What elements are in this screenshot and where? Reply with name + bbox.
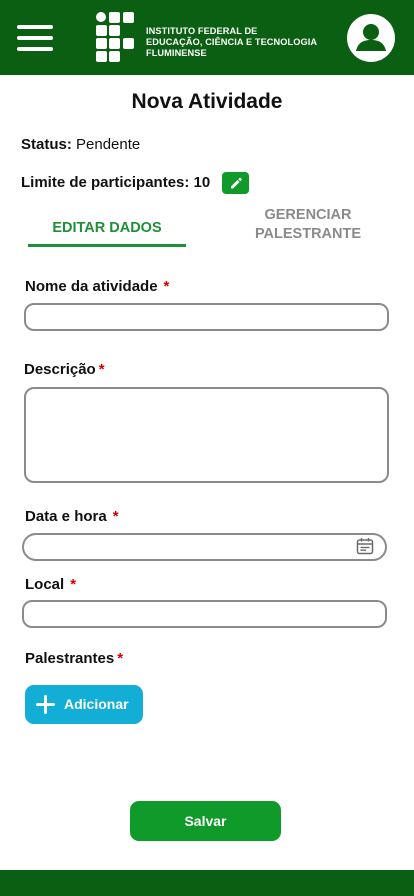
user-avatar-icon[interactable] (347, 14, 395, 62)
required-mark: * (163, 278, 170, 295)
activity-name-input[interactable] (24, 303, 389, 331)
active-tab-indicator (28, 244, 186, 247)
pencil-icon (230, 177, 242, 189)
edit-limit-button[interactable] (222, 172, 249, 194)
location-field-label: Local * (25, 576, 76, 593)
datetime-input[interactable] (22, 533, 387, 561)
logo-line-1: INSTITUTO FEDERAL DE (146, 26, 258, 36)
required-mark: * (98, 361, 105, 378)
name-label-text: Nome da atividade (25, 278, 158, 295)
location-input[interactable] (22, 600, 387, 628)
description-field-label: Descrição * (24, 361, 105, 378)
logo-line-3: FLUMINENSE (146, 48, 207, 58)
datetime-field-label: Data e hora * (25, 508, 119, 525)
name-field-label: Nome da atividade * (25, 278, 169, 295)
description-label-text: Descrição (24, 361, 96, 378)
save-button[interactable]: Salvar (130, 801, 281, 841)
description-textarea[interactable] (24, 387, 389, 483)
datetime-label-text: Data e hora (25, 508, 107, 525)
tab-manage-speakers[interactable]: GERENCIAR PALESTRANTE (228, 206, 388, 244)
required-mark: * (70, 576, 77, 593)
page: INSTITUTO FEDERAL DE EDUCAÇÃO, CIÊNCIA E… (0, 0, 414, 896)
hamburger-menu-icon[interactable] (17, 25, 53, 51)
location-label-text: Local (25, 576, 65, 593)
participant-limit: Limite de participantes: 10 (21, 174, 211, 191)
required-mark: * (112, 508, 119, 525)
required-mark: * (117, 650, 124, 667)
app-header: INSTITUTO FEDERAL DE EDUCAÇÃO, CIÊNCIA E… (0, 0, 414, 75)
status-value: Pendente (76, 136, 141, 153)
plus-icon (36, 695, 55, 714)
add-button-label: Adicionar (64, 696, 129, 712)
if-logo-icon (96, 12, 134, 62)
institution-logo: INSTITUTO FEDERAL DE EDUCAÇÃO, CIÊNCIA E… (96, 12, 336, 64)
page-title: Nova Atividade (131, 90, 283, 113)
logo-line-2: EDUCAÇÃO, CIÊNCIA E TECNOLOGIA (146, 37, 318, 47)
activity-status: Status: Pendente (21, 136, 140, 153)
app-footer (0, 870, 414, 896)
status-label: Status: (21, 136, 72, 153)
institution-name: INSTITUTO FEDERAL DE EDUCAÇÃO, CIÊNCIA E… (146, 26, 336, 59)
speakers-label-text: Palestrantes (25, 650, 115, 667)
calendar-icon[interactable] (356, 537, 374, 555)
tab-edit-data[interactable]: EDITAR DADOS (28, 219, 186, 238)
add-speaker-button[interactable]: Adicionar (25, 685, 143, 724)
speakers-field-label: Palestrantes * (25, 650, 123, 667)
